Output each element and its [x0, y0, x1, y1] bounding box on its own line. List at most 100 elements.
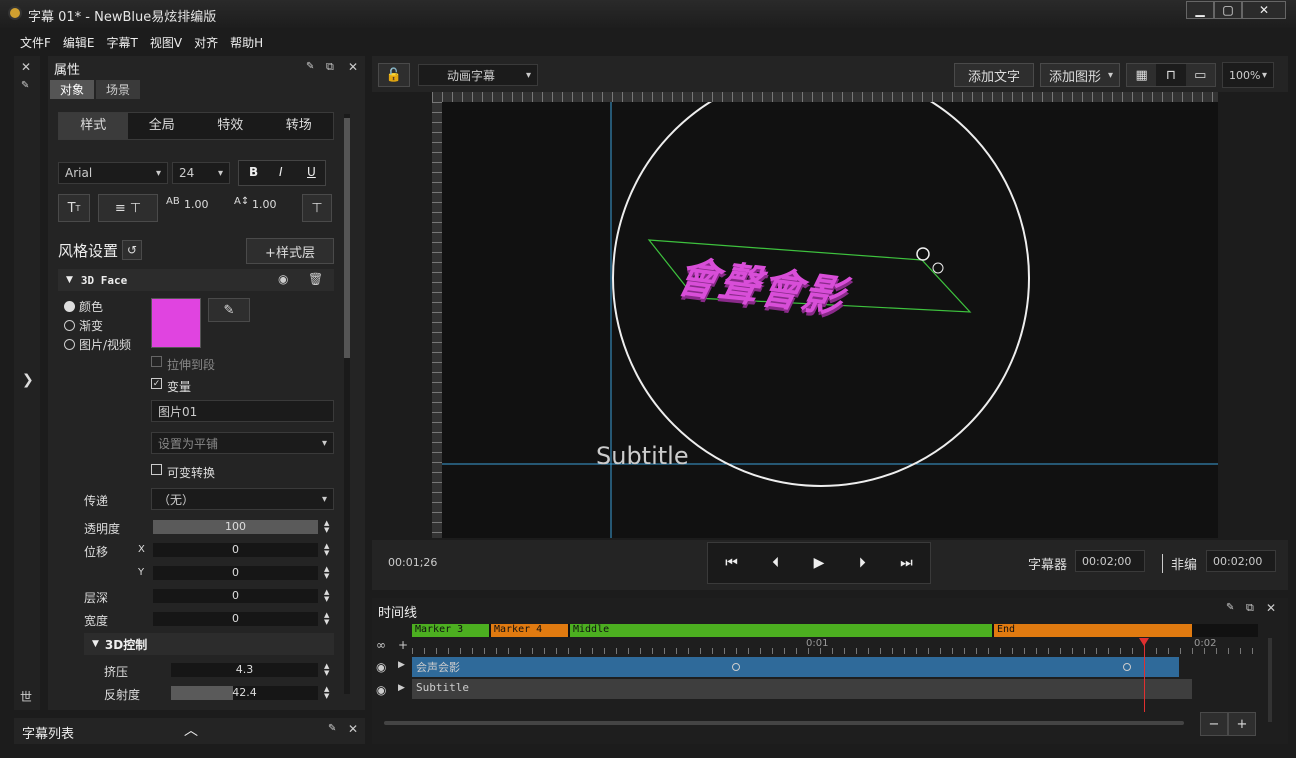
face-color-swatch[interactable] — [151, 298, 201, 348]
play-icon[interactable]: ▶ — [814, 555, 825, 571]
pass-select[interactable]: （无） — [151, 488, 334, 510]
vertical-align-button[interactable]: ⊤ — [302, 194, 332, 222]
strip-close-icon[interactable]: ✕ — [21, 60, 31, 74]
subtitle-pin-icon[interactable]: ✎ — [328, 723, 336, 734]
keyframe-2[interactable] — [1123, 663, 1131, 671]
collapse-up-icon[interactable]: ︿ — [184, 720, 198, 740]
keyframe-1[interactable] — [732, 663, 740, 671]
text-case-button[interactable]: TT — [58, 194, 90, 222]
timeline-float-icon[interactable]: ⧉ — [1246, 601, 1254, 615]
prev-frame-icon[interactable]: ⏴ — [772, 555, 779, 571]
link-icon[interactable]: ∞ — [376, 638, 386, 652]
opacity-stepper[interactable]: ▲ ▼ — [324, 520, 329, 534]
seg-style[interactable]: 样式 — [59, 113, 128, 139]
panel-float-icon[interactable]: ⧉ — [326, 60, 334, 74]
zoom-in-button[interactable]: + — [1228, 712, 1256, 736]
edit-time-field[interactable]: 00:02;00 — [1206, 550, 1276, 572]
seg-global[interactable]: 全局 — [128, 113, 197, 139]
track-2-eye-icon[interactable]: ◉ — [376, 683, 386, 697]
playhead-handle[interactable] — [1139, 638, 1149, 646]
track-1-clip[interactable]: 会声会影 — [412, 657, 1179, 677]
timeline-vscroll[interactable] — [1268, 638, 1272, 722]
italic-button[interactable]: I — [279, 165, 283, 179]
go-start-icon[interactable]: ⏮ — [725, 555, 738, 571]
zoom-out-button[interactable]: − — [1200, 712, 1228, 736]
close-button[interactable]: ✕ — [1242, 1, 1286, 19]
reflect-slider[interactable]: 42.4 — [171, 686, 318, 700]
subtitle-close-icon[interactable]: ✕ — [348, 722, 358, 736]
bold-button[interactable]: B — [249, 165, 258, 179]
extrude-stepper[interactable]: ▲ ▼ — [324, 663, 329, 677]
lock-icon[interactable]: 🔓 — [378, 63, 410, 87]
reflect-stepper[interactable]: ▲ ▼ — [324, 686, 329, 700]
font-select[interactable]: Arial — [58, 162, 168, 184]
panel-scrollbar[interactable] — [344, 114, 350, 694]
tab-object[interactable]: 对象 — [50, 80, 95, 99]
radio-gradient[interactable]: 渐变 — [64, 317, 103, 334]
marker-end[interactable]: End — [994, 624, 1192, 637]
timeline-scrollbar[interactable] — [384, 721, 1184, 725]
ruler-icon[interactable]: ⊓ — [1156, 64, 1186, 86]
trash-icon[interactable]: 🗑 — [308, 272, 323, 286]
preview-canvas[interactable]: 會聲會影 Subtitle — [432, 92, 1218, 538]
menu-view[interactable]: 视图V — [144, 31, 188, 53]
menu-file[interactable]: 文件F — [14, 31, 57, 53]
timeline-close-icon[interactable]: ✕ — [1266, 601, 1276, 615]
leading-value[interactable]: 1.00 — [252, 198, 277, 211]
tab-scene[interactable]: 场景 — [96, 80, 141, 99]
add-text-button[interactable]: 添加文字 — [954, 63, 1034, 87]
align-button[interactable]: ≡ ⊤ — [98, 194, 158, 222]
add-style-layer-button[interactable]: +样式层 — [246, 238, 334, 264]
stretch-checkbox[interactable]: 拉伸到段 — [151, 356, 215, 373]
playhead[interactable] — [1144, 638, 1145, 712]
track-2-expand-icon[interactable]: ▶ — [398, 683, 405, 693]
menu-align[interactable]: 对齐 — [188, 31, 224, 53]
grid-icon[interactable]: ▦ — [1127, 64, 1157, 86]
seg-effects[interactable]: 特效 — [196, 113, 265, 139]
go-end-icon[interactable]: ⏭ — [900, 555, 913, 571]
menu-help[interactable]: 帮助H — [224, 31, 269, 53]
tile-select[interactable]: 设置为平铺 — [151, 432, 334, 454]
var-convert-checkbox[interactable]: 可变转换 — [151, 464, 215, 481]
eyedropper-icon[interactable]: ✎ — [208, 298, 250, 322]
width-slider[interactable]: 0 — [153, 612, 318, 626]
expand-icon[interactable]: ❯ — [22, 372, 34, 388]
width-stepper[interactable]: ▲ ▼ — [324, 612, 329, 626]
transform-checkbox[interactable]: ✓ 变量 — [151, 378, 191, 395]
track-1-eye-icon[interactable]: ◉ — [376, 660, 386, 674]
depth-slider[interactable]: 0 — [153, 589, 318, 603]
add-shape-button[interactable]: 添加图形 — [1040, 63, 1120, 87]
y-stepper[interactable]: ▲ ▼ — [324, 566, 329, 580]
face-section[interactable]: ▼ 3D Face — [58, 269, 334, 291]
x-slider[interactable]: 0 — [153, 543, 318, 557]
opacity-slider[interactable]: 100 — [153, 520, 318, 534]
timeline-pin-icon[interactable]: ✎ — [1226, 602, 1234, 613]
menu-title[interactable]: 字幕T — [101, 31, 144, 53]
maximize-button[interactable]: ▢ — [1214, 1, 1242, 19]
next-frame-icon[interactable]: ⏵ — [859, 555, 866, 571]
minimize-button[interactable]: ▁ — [1186, 1, 1214, 19]
zoom-select[interactable]: 100% — [1222, 62, 1274, 88]
3d-control-section[interactable]: ▼ 3D控制 — [84, 633, 334, 655]
visibility-eye-icon[interactable]: ◉ — [278, 272, 288, 286]
radio-color[interactable]: 颜色 — [64, 298, 103, 315]
strip-bottom-icon[interactable]: 世 — [20, 688, 32, 705]
add-track-icon[interactable]: + — [398, 638, 408, 652]
x-stepper[interactable]: ▲ ▼ — [324, 543, 329, 557]
y-slider[interactable]: 0 — [153, 566, 318, 580]
panel-pin-icon[interactable]: ✎ — [306, 61, 314, 72]
subtitle-text[interactable]: Subtitle — [596, 442, 689, 470]
marker-3[interactable]: Marker 3 — [412, 624, 489, 637]
extrude-slider[interactable]: 4.3 — [171, 663, 318, 677]
depth-stepper[interactable]: ▲ ▼ — [324, 589, 329, 603]
size-select[interactable]: 24 — [172, 162, 230, 184]
mode-select[interactable]: 动画字幕 — [418, 64, 538, 86]
radio-image[interactable]: 图片/视频 — [64, 336, 131, 353]
menu-edit[interactable]: 编辑E — [57, 31, 101, 53]
subtitle-time-field[interactable]: 00:02;00 — [1075, 550, 1145, 572]
seg-transition[interactable]: 转场 — [265, 113, 334, 139]
tracking-value[interactable]: 1.00 — [184, 198, 209, 211]
safe-area-icon[interactable]: ▭ — [1185, 64, 1215, 86]
reset-style-icon[interactable]: ↺ — [122, 240, 142, 260]
marker-4[interactable]: Marker 4 — [491, 624, 568, 637]
